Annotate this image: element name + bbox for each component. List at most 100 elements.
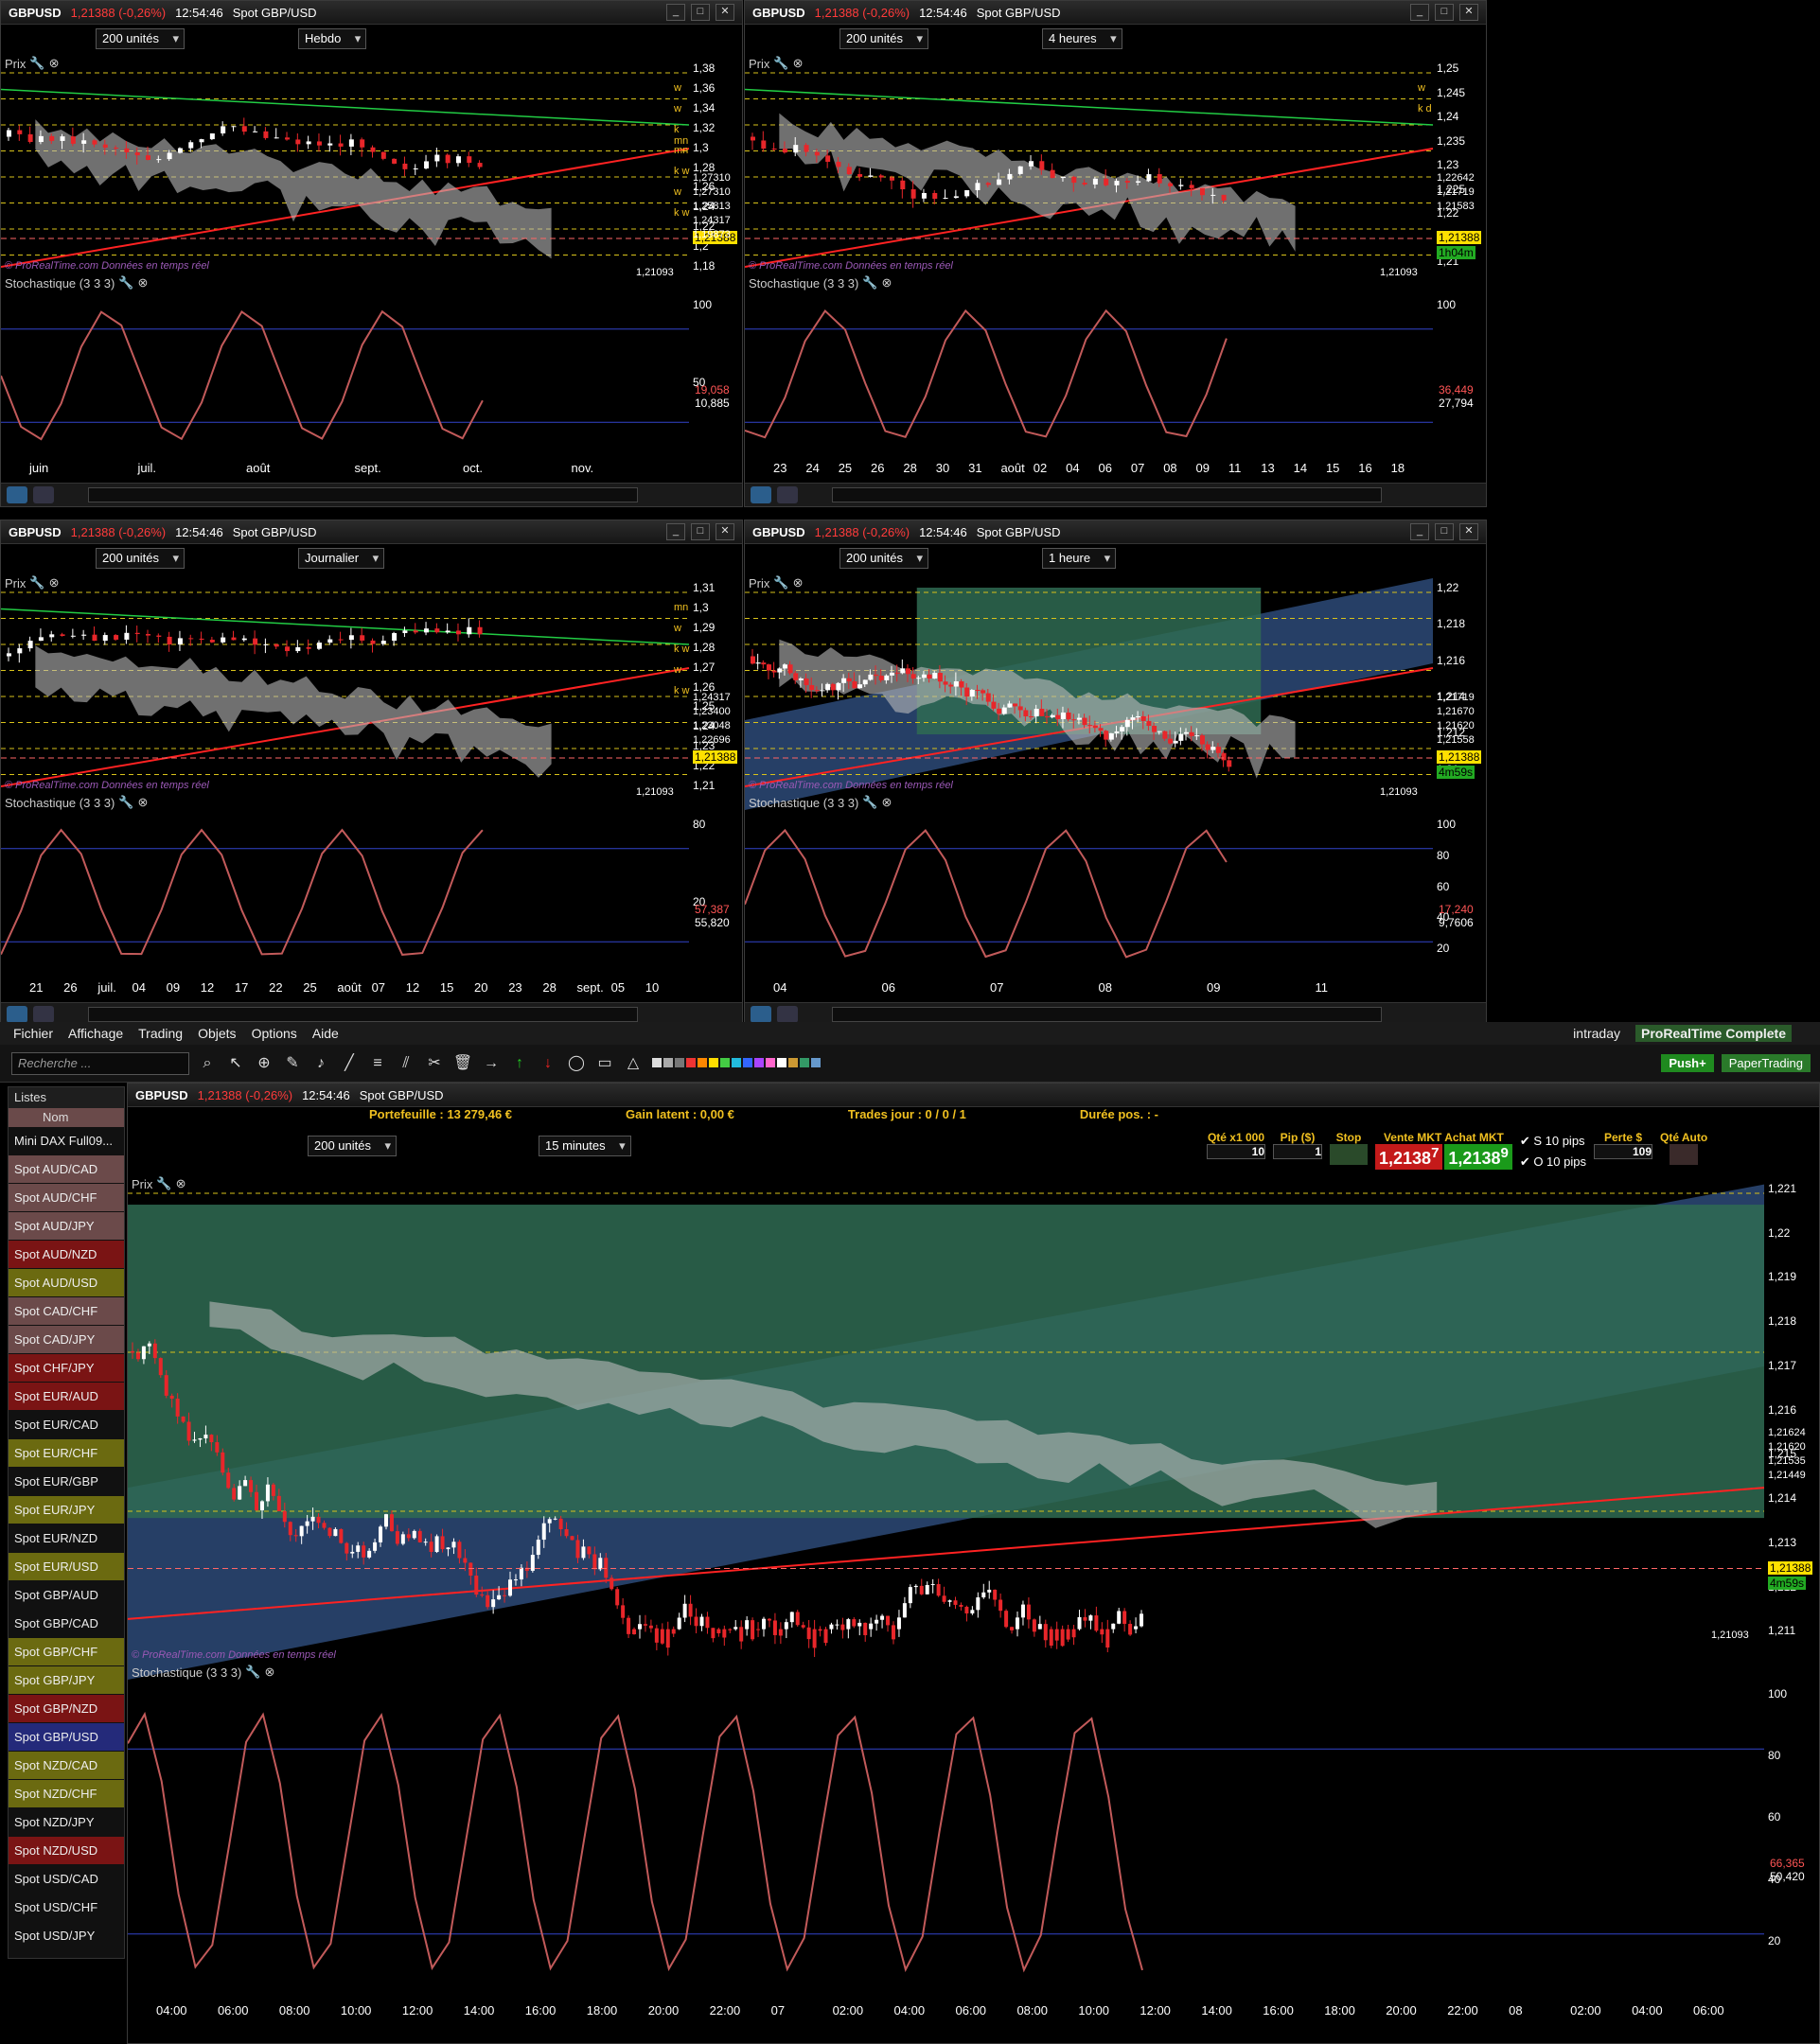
layout-icon[interactable]	[777, 1006, 798, 1023]
color-swatch[interactable]	[766, 1058, 775, 1067]
zoom-icon[interactable]: ⊕	[254, 1053, 274, 1074]
line-icon[interactable]: ╱	[339, 1053, 360, 1074]
arrow-up-icon[interactable]: ↑	[509, 1053, 530, 1074]
price-chart[interactable]: 1,31 1,3 1,29 1,28 1,27 1,26 1,25 1,24 1,23 1,22 1…	[1, 573, 742, 1003]
color-swatch[interactable]	[777, 1058, 786, 1067]
watchlist-item[interactable]: Spot NZD/CAD	[9, 1752, 124, 1780]
cursor-icon[interactable]: ↖	[225, 1053, 246, 1074]
close-panel-icon[interactable]: ⊗	[793, 56, 804, 71]
watchlist-item[interactable]: Spot AUD/JPY	[9, 1212, 124, 1241]
watchlist-item[interactable]: Mini DAX Full09...	[9, 1127, 124, 1155]
watchlist-item[interactable]: Spot GBP/CAD	[9, 1610, 124, 1638]
watchlist-item[interactable]: Spot CHF/JPY	[9, 1354, 124, 1383]
color-swatch[interactable]	[709, 1058, 718, 1067]
rectangle-icon[interactable]: ▭	[594, 1053, 615, 1074]
share-icon[interactable]	[751, 1006, 771, 1023]
color-swatch[interactable]	[720, 1058, 730, 1067]
units-select[interactable]: 200 unités	[839, 28, 928, 49]
maximize-icon[interactable]: □	[1435, 523, 1454, 540]
layout-icon[interactable]	[33, 1006, 54, 1023]
close-icon[interactable]: ✕	[716, 4, 734, 21]
minimize-icon[interactable]: _	[1410, 4, 1429, 21]
color-palette[interactable]	[651, 1056, 822, 1070]
ellipse-icon[interactable]: ◯	[566, 1053, 587, 1074]
watchlist-item[interactable]: Spot NZD/JPY	[9, 1808, 124, 1837]
wrench-icon[interactable]: 🔧	[29, 575, 44, 590]
watchlist-item[interactable]: Spot EUR/JPY	[9, 1496, 124, 1524]
pencil-icon[interactable]: ✎	[282, 1053, 303, 1074]
menu-objects[interactable]: Objets	[198, 1026, 236, 1041]
wrench-icon[interactable]: 🔧	[156, 1176, 171, 1191]
search-input[interactable]: Recherche ...	[11, 1051, 189, 1075]
sell-button[interactable]: 1,21387	[1375, 1144, 1443, 1170]
close-panel-icon[interactable]: ⊗	[793, 575, 804, 590]
auto-qty-button[interactable]	[1670, 1144, 1699, 1165]
channel-icon[interactable]: ⫽	[396, 1053, 416, 1074]
watchlist-item[interactable]: Spot EUR/AUD	[9, 1383, 124, 1411]
arrow-down-icon[interactable]: ↓	[538, 1053, 558, 1074]
buy-button[interactable]: 1,21389	[1444, 1144, 1512, 1170]
menu-file[interactable]: Fichier	[13, 1026, 53, 1041]
wrench-icon[interactable]: 🔧	[862, 275, 877, 291]
maximize-icon[interactable]: □	[1435, 4, 1454, 21]
fibonacci-icon[interactable]: ≡	[367, 1053, 388, 1074]
timeframe-select[interactable]: 1 heure	[1042, 548, 1117, 569]
close-icon[interactable]: ✕	[1459, 523, 1478, 540]
units-select[interactable]: 200 unités	[96, 28, 185, 49]
watchlist-item[interactable]: Spot AUD/CHF	[9, 1184, 124, 1212]
share-icon[interactable]	[7, 1006, 27, 1023]
price-chart[interactable]: 1,221,2181,2161,2141,2121,211,213884m59s…	[745, 573, 1486, 1003]
time-scrollbar[interactable]	[88, 1007, 638, 1022]
wrench-icon[interactable]: 🔧	[118, 275, 133, 291]
close-panel-icon[interactable]: ⊗	[49, 56, 60, 71]
o-pips-input[interactable]: 10	[1546, 1154, 1560, 1169]
close-panel-icon[interactable]: ⊗	[265, 1665, 275, 1680]
main-price-chart[interactable]: 1,221 1,22 1,219 1,218 1,217 1,216 1,215 1,214 1…	[128, 1174, 1819, 2043]
watchlist-item[interactable]: Spot EUR/USD	[9, 1553, 124, 1581]
triangle-icon[interactable]: △	[623, 1053, 644, 1074]
watchlist-item[interactable]: Spot AUD/CAD	[9, 1155, 124, 1184]
menu-help[interactable]: Aide	[312, 1026, 339, 1041]
watchlist-item[interactable]: Spot AUD/USD	[9, 1269, 124, 1297]
minimize-icon[interactable]: _	[666, 523, 685, 540]
wrench-icon[interactable]: 🔧	[118, 795, 133, 810]
layout-icon[interactable]	[33, 486, 54, 503]
color-swatch[interactable]	[663, 1058, 673, 1067]
arrow-right-icon[interactable]: →	[481, 1053, 502, 1074]
watchlist-item[interactable]: Spot EUR/NZD	[9, 1524, 124, 1553]
color-swatch[interactable]	[698, 1058, 707, 1067]
close-icon[interactable]: ✕	[1459, 4, 1478, 21]
color-swatch[interactable]	[686, 1058, 696, 1067]
close-panel-icon[interactable]: ⊗	[138, 795, 149, 810]
timeframe-select[interactable]: 15 minutes	[539, 1136, 631, 1156]
watchlist-item[interactable]: Spot GBP/USD	[9, 1723, 124, 1752]
watchlist-item[interactable]: Spot NZD/CHF	[9, 1780, 124, 1808]
wrench-icon[interactable]: 🔧	[862, 795, 877, 810]
watchlist-item[interactable]: Spot USD/CHF	[9, 1894, 124, 1922]
mode-label[interactable]: intraday	[1573, 1026, 1620, 1041]
color-swatch[interactable]	[754, 1058, 764, 1067]
watchlist-item[interactable]: Spot GBP/CHF	[9, 1638, 124, 1666]
timeframe-select[interactable]: Hebdo	[298, 28, 367, 49]
menu-options[interactable]: Options	[252, 1026, 297, 1041]
wrench-icon[interactable]: 🔧	[245, 1665, 260, 1680]
color-swatch[interactable]	[788, 1058, 798, 1067]
wrench-icon[interactable]: 🔧	[29, 56, 44, 71]
layout-icon[interactable]	[777, 486, 798, 503]
maximize-icon[interactable]: □	[691, 4, 710, 21]
watchlist-item[interactable]: Spot GBP/AUD	[9, 1581, 124, 1610]
search-icon[interactable]: ⌕	[197, 1053, 218, 1074]
wrench-icon[interactable]: 🔧	[773, 575, 788, 590]
menu-view[interactable]: Affichage	[68, 1026, 123, 1041]
pip-input[interactable]: 1	[1273, 1144, 1322, 1159]
loss-input[interactable]: 109	[1594, 1144, 1652, 1159]
timeframe-select[interactable]: 4 heures	[1042, 28, 1122, 49]
maximize-icon[interactable]: □	[691, 523, 710, 540]
watchlist-item[interactable]: Spot AUD/NZD	[9, 1241, 124, 1269]
stop-button[interactable]	[1330, 1144, 1368, 1165]
color-swatch[interactable]	[811, 1058, 821, 1067]
watchlist-item[interactable]: Spot EUR/CAD	[9, 1411, 124, 1439]
time-scrollbar[interactable]	[88, 487, 638, 502]
color-swatch[interactable]	[743, 1058, 752, 1067]
close-panel-icon[interactable]: ⊗	[176, 1176, 186, 1191]
